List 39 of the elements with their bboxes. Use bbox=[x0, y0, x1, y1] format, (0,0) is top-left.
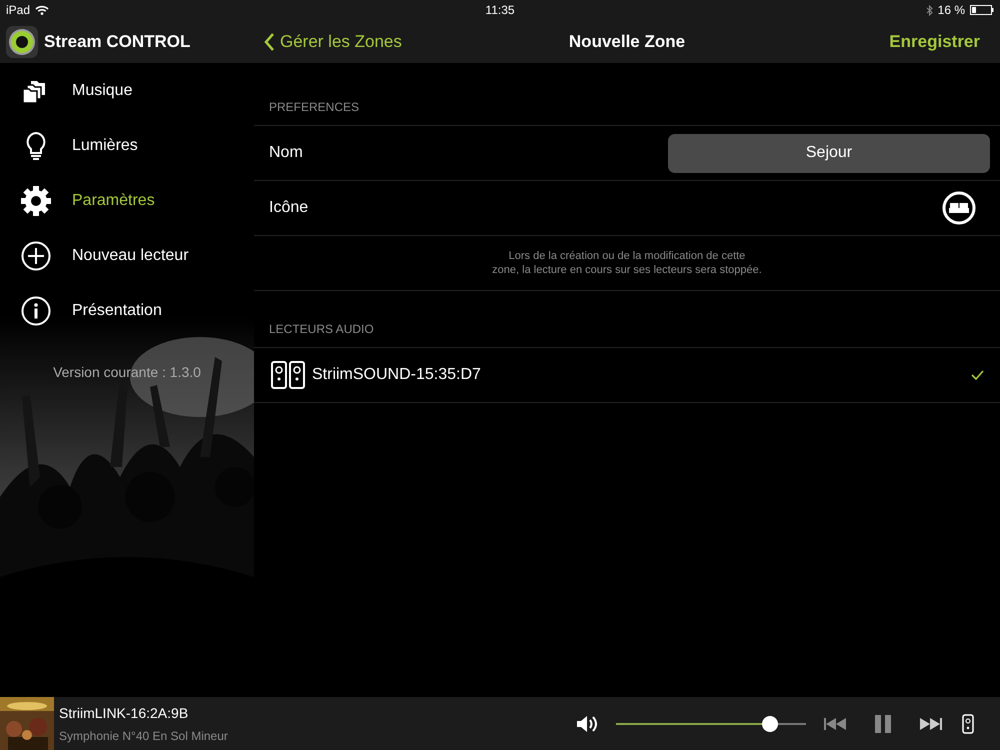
bluetooth-icon bbox=[926, 4, 933, 16]
save-button[interactable]: Enregistrer bbox=[889, 28, 990, 54]
section-header: PREFERENCES bbox=[269, 100, 360, 114]
battery-percent: 16 % bbox=[938, 2, 965, 19]
volume-slider[interactable] bbox=[616, 716, 806, 732]
pause-icon[interactable] bbox=[874, 714, 892, 734]
volume-icon[interactable] bbox=[576, 714, 600, 734]
section-header: LECTEURS AUDIO bbox=[269, 322, 374, 336]
speaker-icon[interactable] bbox=[962, 714, 974, 734]
sidebar-item[interactable]: Musique bbox=[0, 63, 254, 118]
next-icon[interactable] bbox=[920, 716, 942, 730]
sidebar-item[interactable]: Paramètres bbox=[0, 173, 254, 228]
device-name: iPad bbox=[6, 2, 30, 19]
chevron-left-icon bbox=[264, 32, 275, 50]
sofa-icon[interactable] bbox=[942, 191, 976, 225]
field-label: Icône bbox=[269, 198, 310, 218]
wifi-icon bbox=[35, 5, 50, 15]
name-field[interactable]: Sejour bbox=[668, 134, 990, 172]
light-bulb-icon bbox=[25, 130, 47, 160]
previous-icon[interactable] bbox=[824, 716, 846, 730]
volume-thumb[interactable] bbox=[762, 716, 778, 732]
clock-time: 11:35 bbox=[485, 2, 515, 19]
track-title: StriimLINK-16:2A:9B bbox=[59, 704, 190, 722]
info-note: Lors de la création ou de la modification de cette zone, la lecture en cours sur ses lecteurs sera stoppée. bbox=[492, 249, 762, 277]
info-icon bbox=[21, 296, 51, 326]
sidebar-item[interactable]: Nouveau lecteur bbox=[0, 228, 254, 283]
plus-circle-icon bbox=[21, 240, 51, 270]
speakers-icon bbox=[271, 361, 305, 389]
app-logo-icon bbox=[6, 26, 38, 58]
battery-icon bbox=[970, 5, 994, 15]
player-name: StriimSOUND-15:35:D7 bbox=[312, 365, 482, 385]
settings-icon bbox=[20, 184, 52, 216]
app-title: Stream CONTROL bbox=[44, 30, 190, 53]
sidebar-item[interactable]: Lumières bbox=[0, 118, 254, 173]
player-row[interactable]: StriimSOUND-15:35:D7 bbox=[254, 348, 1000, 403]
track-subtitle: Symphonie N°40 En Sol Mineur bbox=[59, 728, 229, 744]
back-button[interactable]: Gérer les Zones bbox=[264, 28, 402, 54]
field-label: Nom bbox=[269, 143, 304, 163]
page-title: Nouvelle Zone bbox=[568, 30, 686, 53]
